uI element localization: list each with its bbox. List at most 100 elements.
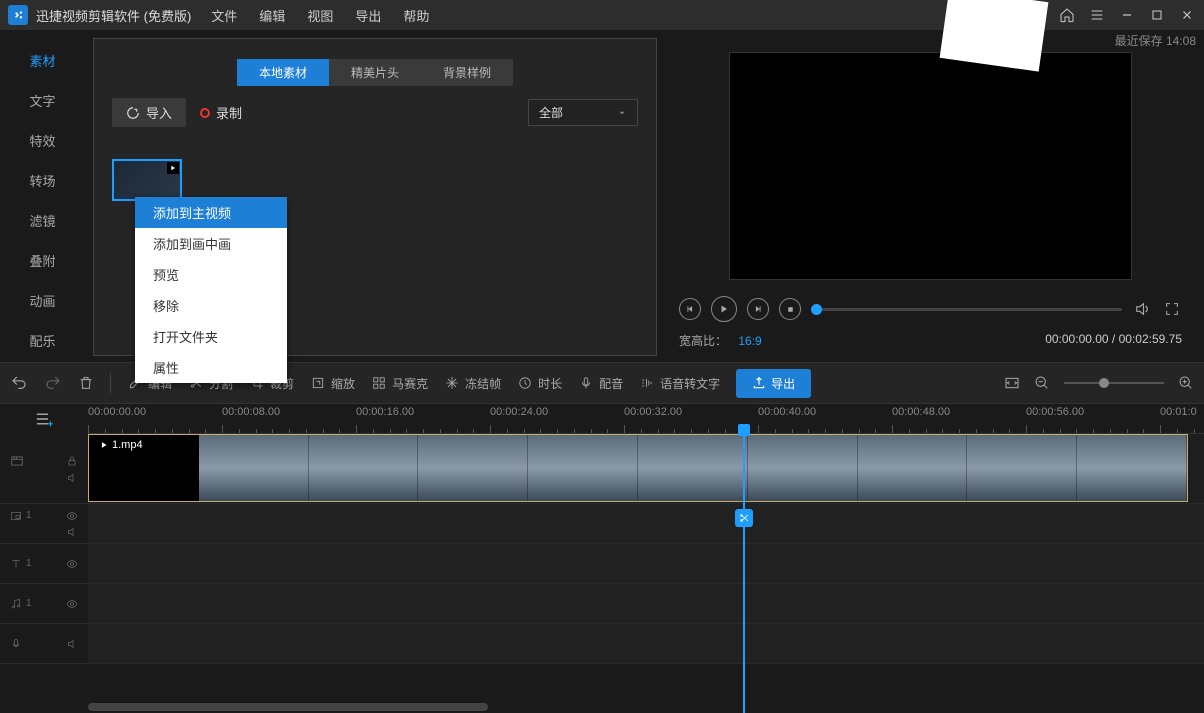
close-icon[interactable] [1178, 6, 1196, 24]
preview-progress[interactable] [811, 308, 1122, 311]
cut-icon[interactable] [735, 509, 753, 527]
ctx-add-main[interactable]: 添加到主视频 [135, 197, 287, 228]
app-title: 迅捷视频剪辑软件 (免费版) [36, 6, 191, 25]
zoom-out-button[interactable] [1034, 375, 1050, 391]
delete-button[interactable] [78, 375, 94, 391]
add-track-button[interactable] [33, 410, 55, 428]
ratio-value[interactable]: 16:9 [738, 334, 761, 348]
mosaic-button[interactable]: 马赛克 [371, 375, 428, 392]
mute-icon[interactable] [66, 526, 78, 538]
timeline-scrollbar[interactable] [88, 701, 1204, 713]
scale-button[interactable]: 缩放 [310, 375, 355, 392]
preview-panel: 最近保存 14:08 宽高比： 16:9 00:00:00.00 / 00:02… [665, 30, 1204, 362]
left-sidebar: 素材 文字 特效 转场 滤镜 叠附 动画 配乐 [0, 30, 85, 362]
ctx-preview[interactable]: 预览 [135, 259, 287, 290]
mute-icon[interactable] [66, 638, 78, 650]
preview-time: 00:00:00.00 / 00:02:59.75 [1045, 332, 1182, 349]
play-badge-icon [167, 162, 179, 174]
music-track: 1 [0, 584, 1204, 624]
ctx-remove[interactable]: 移除 [135, 290, 287, 321]
main-menu: 文件 编辑 视图 导出 帮助 [211, 6, 429, 25]
lock-icon[interactable] [66, 455, 78, 467]
menu-edit[interactable]: 编辑 [259, 6, 285, 25]
pip-track-icon [10, 510, 22, 522]
menu-view[interactable]: 视图 [307, 6, 333, 25]
ruler-tick: 00:00:40.00 [758, 406, 816, 418]
eye-icon[interactable] [66, 558, 78, 570]
eye-icon[interactable] [66, 598, 78, 610]
zoom-slider[interactable] [1064, 382, 1164, 384]
stt-button[interactable]: 语音转文字 [639, 375, 720, 392]
video-track-icon [10, 454, 24, 468]
text-track: 1 [0, 544, 1204, 584]
menu-help[interactable]: 帮助 [403, 6, 429, 25]
import-button[interactable]: 导入 [112, 98, 186, 127]
zoom-knob[interactable] [1099, 378, 1109, 388]
fullscreen-icon[interactable] [1162, 299, 1182, 319]
app-logo [8, 5, 28, 25]
ruler-tick: 00:00:00.00 [88, 406, 146, 418]
zoom-in-button[interactable] [1178, 375, 1194, 391]
sidebar-tab-music[interactable]: 配乐 [0, 320, 85, 360]
menu-export[interactable]: 导出 [355, 6, 381, 25]
sidebar-tab-filter[interactable]: 滤镜 [0, 200, 85, 240]
play-button[interactable] [711, 296, 737, 322]
sidebar-tab-transition[interactable]: 转场 [0, 160, 85, 200]
last-save-label: 最近保存 14:08 [1115, 32, 1196, 49]
export-button[interactable]: 导出 [736, 369, 811, 398]
progress-knob[interactable] [811, 304, 822, 315]
maximize-icon[interactable] [1148, 6, 1166, 24]
record-button[interactable]: 录制 [200, 103, 242, 122]
fit-button[interactable] [1004, 375, 1020, 391]
sidebar-tab-text[interactable]: 文字 [0, 80, 85, 120]
scrollbar-thumb[interactable] [88, 703, 488, 711]
prev-frame-button[interactable] [679, 298, 701, 320]
menu-file[interactable]: 文件 [211, 6, 237, 25]
minimize-icon[interactable] [1118, 6, 1136, 24]
volume-icon[interactable] [1132, 299, 1152, 319]
timeline: 00:00:00.0000:00:08.0000:00:16.0000:00:2… [0, 404, 1204, 713]
sidebar-tab-overlay[interactable]: 叠附 [0, 240, 85, 280]
sidebar-tab-animation[interactable]: 动画 [0, 280, 85, 320]
filter-dropdown[interactable]: 全部 [528, 99, 638, 126]
media-tab-bg[interactable]: 背景样例 [421, 59, 513, 86]
redo-button[interactable] [44, 374, 62, 392]
ruler-tick: 00:00:08.00 [222, 406, 280, 418]
pip-track: 1 [0, 504, 1204, 544]
freeze-button[interactable]: 冻结帧 [444, 375, 501, 392]
ctx-add-pip[interactable]: 添加到画中画 [135, 228, 287, 259]
sidebar-tab-media[interactable]: 素材 [0, 40, 85, 80]
dub-button[interactable]: 配音 [578, 375, 623, 392]
media-tab-local[interactable]: 本地素材 [237, 59, 329, 86]
undo-button[interactable] [10, 374, 28, 392]
playhead[interactable] [743, 434, 745, 713]
menu-icon[interactable] [1088, 6, 1106, 24]
ctx-open-folder[interactable]: 打开文件夹 [135, 321, 287, 352]
ctx-properties[interactable]: 属性 [135, 352, 287, 383]
mic-track-icon [10, 638, 22, 650]
home-icon[interactable] [1058, 6, 1076, 24]
chevron-down-icon [617, 108, 627, 118]
ratio-label: 宽高比： [679, 334, 727, 348]
duration-button[interactable]: 时长 [517, 375, 562, 392]
ruler-tick: 00:00:32.00 [624, 406, 682, 418]
media-tab-intro[interactable]: 精美片头 [329, 59, 421, 86]
mute-icon[interactable] [66, 472, 78, 484]
music-track-icon [10, 598, 22, 610]
video-track: 1.mp4 [0, 434, 1204, 504]
sidebar-tab-effects[interactable]: 特效 [0, 120, 85, 160]
audio-track [0, 624, 1204, 664]
preview-viewport [729, 52, 1132, 280]
text-track-icon [10, 558, 22, 570]
context-menu: 添加到主视频 添加到画中画 预览 移除 打开文件夹 属性 [135, 197, 287, 383]
stop-button[interactable] [779, 298, 801, 320]
ruler-tick: 00:00:56.00 [1026, 406, 1084, 418]
record-dot-icon [200, 108, 210, 118]
eye-icon[interactable] [66, 510, 78, 522]
time-ruler[interactable]: 00:00:00.0000:00:08.0000:00:16.0000:00:2… [88, 404, 1204, 434]
ruler-tick: 00:00:48.00 [892, 406, 950, 418]
video-clip[interactable]: 1.mp4 [88, 434, 1188, 502]
media-thumbnail[interactable] [112, 159, 182, 201]
next-frame-button[interactable] [747, 298, 769, 320]
clip-name: 1.mp4 [95, 438, 147, 452]
